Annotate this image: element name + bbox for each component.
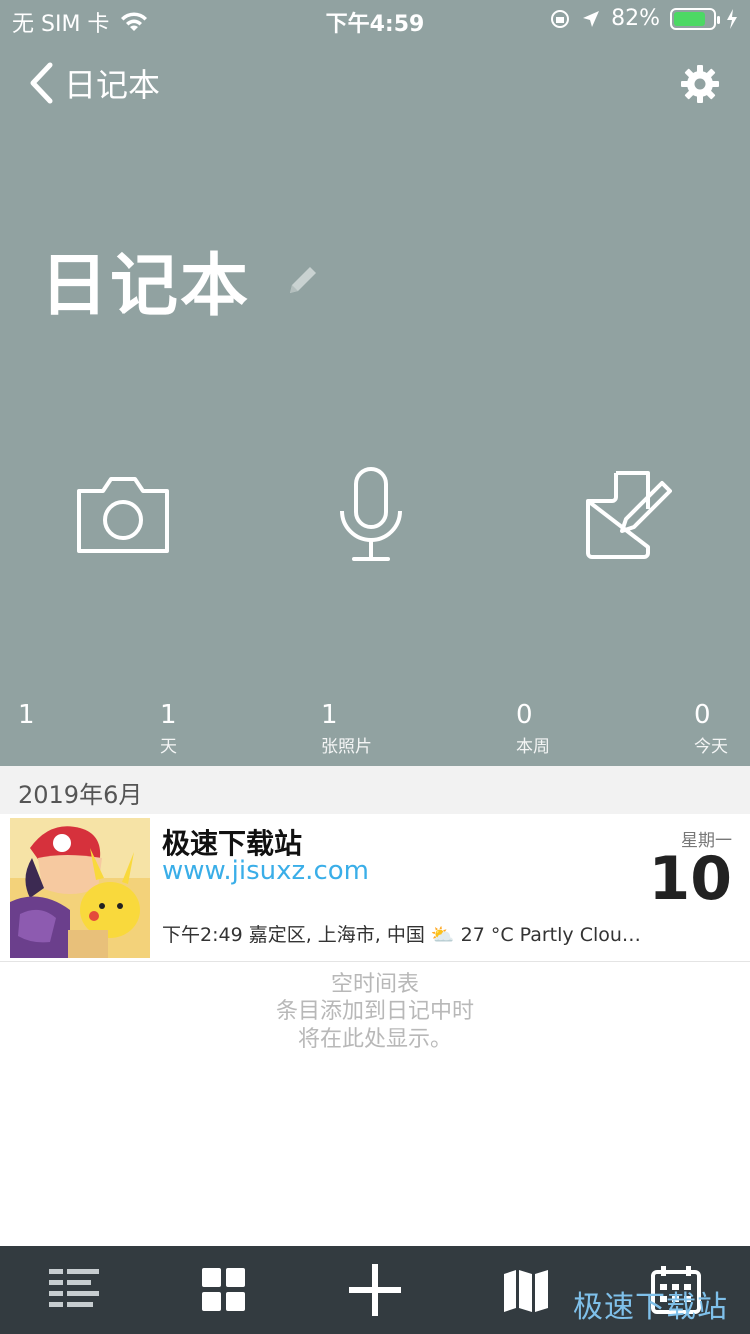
stat-label: 张照片: [321, 737, 372, 757]
back-button[interactable]: 日记本: [28, 60, 160, 106]
journal-entry-row[interactable]: 极速下载站 www.jisuxz.com 下午2:49 嘉定区, 上海市, 中国…: [0, 814, 750, 962]
empty-line-1: 条目添加到日记中时: [275, 999, 474, 1024]
journal-header: 无 SIM 卡 下午4:59 82% 日记本 日记本 1 1 天 1 张照片 0…: [0, 0, 750, 766]
tab-timeline[interactable]: [48, 1264, 100, 1316]
stat-value: 1: [18, 700, 35, 730]
stat-value: 0: [694, 700, 711, 730]
new-text-entry-button[interactable]: [572, 460, 682, 570]
orientation-lock-icon: [551, 9, 570, 28]
edit-title-pencil-icon[interactable]: [286, 263, 320, 297]
stat-value: 0: [516, 700, 533, 730]
stat-label: 本周: [516, 737, 550, 757]
watermark-text: 极速下载站: [573, 1290, 728, 1325]
entry-thumbnail: [10, 818, 150, 958]
entry-day-number: 10: [648, 844, 733, 914]
entry-meta: 下午2:49 嘉定区, 上海市, 中国 ⛅ 27 °C Partly Clou…: [162, 924, 641, 946]
stat-this-week[interactable]: 0 本周: [516, 700, 616, 757]
journal-stats: 1 1 天 1 张照片 0 本周 0 今天: [0, 700, 750, 760]
quick-actions: [0, 460, 750, 580]
camera-button[interactable]: [68, 460, 178, 570]
status-bar: 无 SIM 卡 下午4:59 82%: [0, 0, 750, 40]
stat-value: 1: [321, 700, 338, 730]
tab-map[interactable]: [500, 1264, 552, 1316]
empty-timeline-message: 空时间表 条目添加到日记中时 将在此处显示。: [0, 962, 750, 1054]
stat-label: 今天: [694, 737, 728, 757]
charging-icon: [727, 8, 737, 29]
plus-icon: [349, 1264, 401, 1316]
month-section-header: 2019年6月: [0, 766, 750, 814]
tab-add-entry[interactable]: [349, 1264, 401, 1316]
battery-icon: [670, 7, 720, 30]
bottom-tab-bar: 极速下载站: [0, 1246, 750, 1334]
month-label: 2019年6月: [18, 781, 143, 809]
location-arrow-icon: [583, 10, 600, 27]
empty-heading: 空时间表: [330, 972, 419, 997]
stat-label: 天: [160, 737, 177, 757]
chevron-left-icon: [30, 62, 53, 104]
journal-title: 日记本: [40, 247, 251, 326]
stat-value: 1: [160, 700, 177, 730]
back-label: 日记本: [64, 66, 161, 104]
compose-icon: [586, 471, 672, 559]
nav-bar: 日记本: [0, 54, 750, 114]
gear-icon[interactable]: [680, 64, 720, 104]
stat-photos[interactable]: 1 张照片: [321, 700, 421, 757]
entry-link[interactable]: www.jisuxz.com: [162, 856, 369, 886]
timeline-list-icon: [49, 1269, 99, 1307]
microphone-icon: [340, 467, 402, 561]
stat-today[interactable]: 0 今天: [694, 700, 750, 757]
battery-percent: 82%: [611, 6, 660, 31]
status-right: 82%: [549, 6, 738, 31]
journal-title-row: 日记本: [40, 230, 320, 329]
grid-icon: [202, 1268, 245, 1311]
stat-entries[interactable]: 1: [18, 700, 118, 732]
tab-media-grid[interactable]: [198, 1264, 250, 1316]
empty-line-2: 将在此处显示。: [297, 1027, 452, 1052]
camera-icon: [77, 477, 169, 553]
microphone-button[interactable]: [316, 460, 426, 570]
stat-days[interactable]: 1 天: [160, 700, 260, 757]
map-icon: [504, 1270, 548, 1312]
